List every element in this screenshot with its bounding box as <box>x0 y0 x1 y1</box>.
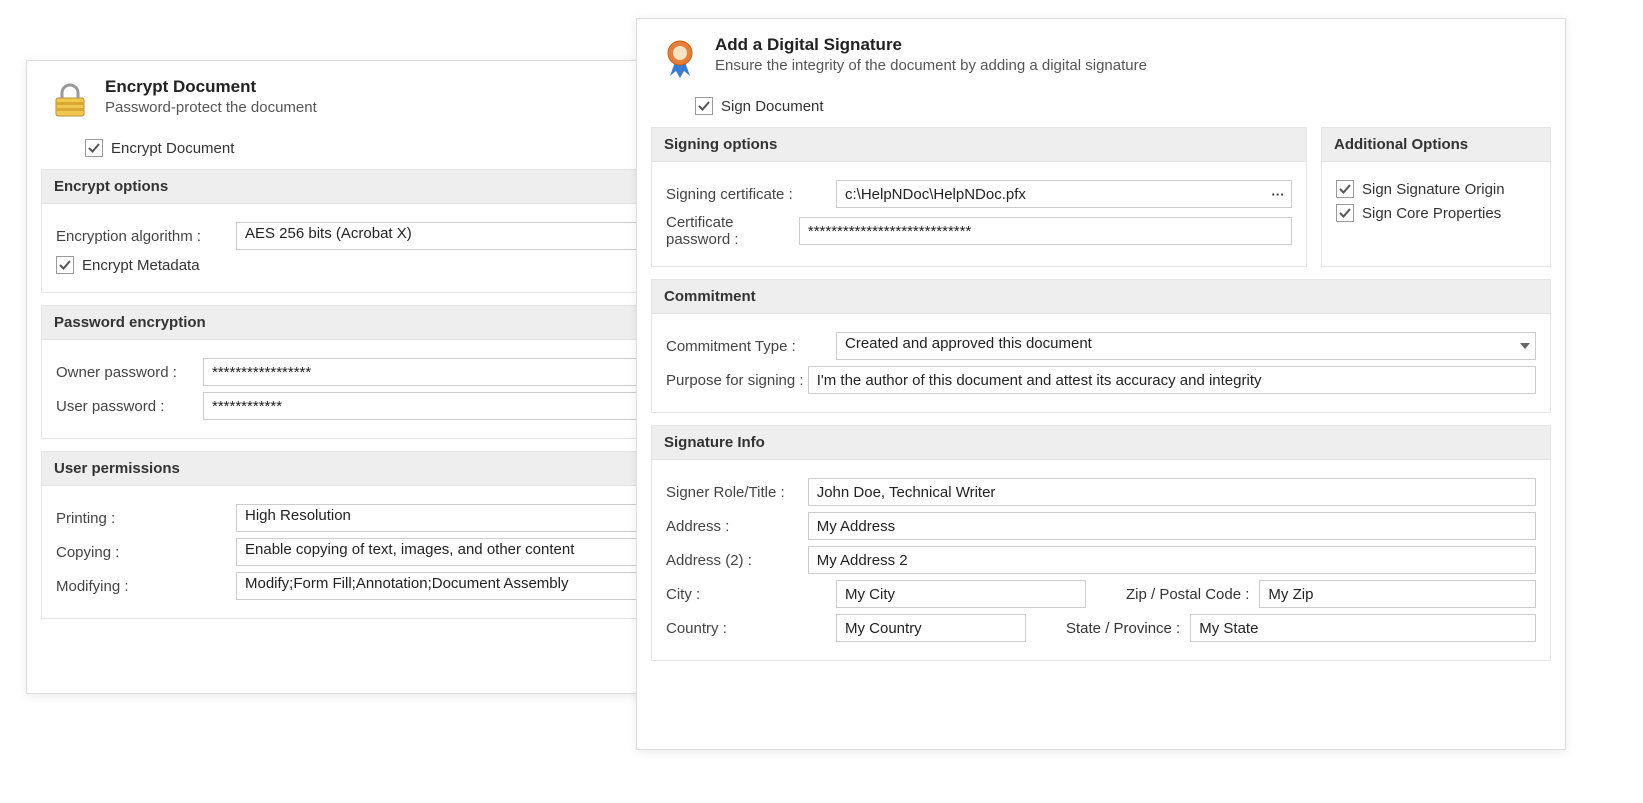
commitment-heading: Commitment <box>652 280 1550 314</box>
sign-document-checkbox[interactable] <box>695 97 713 115</box>
signing-certificate-label: Signing certificate : <box>666 186 836 203</box>
address-input[interactable] <box>808 512 1536 540</box>
commitment-type-label: Commitment Type : <box>666 338 836 355</box>
address-label: Address : <box>666 518 808 535</box>
additional-options-heading: Additional Options <box>1322 128 1550 162</box>
sign-core-properties-checkbox[interactable] <box>1336 204 1354 222</box>
digital-signature-panel: Add a Digital Signature Ensure the integ… <box>636 18 1566 750</box>
sign-signature-origin-label: Sign Signature Origin <box>1362 181 1505 198</box>
country-input[interactable] <box>836 614 1026 642</box>
chevron-down-icon <box>1520 343 1530 349</box>
signature-title: Add a Digital Signature <box>715 35 1545 55</box>
state-input[interactable] <box>1190 614 1536 642</box>
owner-password-label: Owner password : <box>56 364 203 381</box>
zip-input[interactable] <box>1259 580 1536 608</box>
signature-info-section: Signature Info Signer Role/Title : Addre… <box>651 425 1551 661</box>
encrypt-document-checkbox-label: Encrypt Document <box>111 140 234 157</box>
encrypt-document-checkbox[interactable] <box>85 139 103 157</box>
zip-label: Zip / Postal Code : <box>1126 586 1249 603</box>
purpose-for-signing-input[interactable] <box>808 366 1536 394</box>
modifying-label: Modifying : <box>56 578 236 595</box>
browse-certificate-button[interactable]: ··· <box>1266 182 1290 206</box>
user-password-label: User password : <box>56 398 203 415</box>
encryption-algorithm-label: Encryption algorithm : <box>56 228 236 245</box>
sign-signature-origin-checkbox[interactable] <box>1336 180 1354 198</box>
signing-certificate-input[interactable] <box>836 180 1292 208</box>
lock-icon <box>47 77 93 123</box>
signer-role-input[interactable] <box>808 478 1536 506</box>
signature-header: Add a Digital Signature Ensure the integ… <box>637 19 1565 89</box>
signer-role-label: Signer Role/Title : <box>666 484 808 501</box>
purpose-for-signing-label: Purpose for signing : <box>666 372 808 389</box>
sign-document-checkbox-label: Sign Document <box>721 98 824 115</box>
state-label: State / Province : <box>1066 620 1180 637</box>
signing-options-heading: Signing options <box>652 128 1306 162</box>
encrypt-metadata-label: Encrypt Metadata <box>82 257 200 274</box>
address2-input[interactable] <box>808 546 1536 574</box>
city-input[interactable] <box>836 580 1086 608</box>
commitment-type-select[interactable]: Created and approved this document <box>836 332 1536 360</box>
signing-options-section: Signing options Signing certificate : ··… <box>651 127 1307 267</box>
certificate-password-input[interactable] <box>799 217 1292 245</box>
commitment-section: Commitment Commitment Type : Created and… <box>651 279 1551 413</box>
additional-options-section: Additional Options Sign Signature Origin… <box>1321 127 1551 267</box>
commitment-type-value: Created and approved this document <box>836 332 1536 360</box>
sign-core-properties-label: Sign Core Properties <box>1362 205 1501 222</box>
encrypt-metadata-checkbox[interactable] <box>56 256 74 274</box>
signature-info-heading: Signature Info <box>652 426 1550 460</box>
country-label: Country : <box>666 620 836 637</box>
copying-label: Copying : <box>56 544 236 561</box>
signature-desc: Ensure the integrity of the document by … <box>715 57 1545 74</box>
printing-label: Printing : <box>56 510 236 527</box>
address2-label: Address (2) : <box>666 552 808 569</box>
ribbon-seal-icon <box>657 35 703 81</box>
certificate-password-label: Certificate password : <box>666 214 799 248</box>
city-label: City : <box>666 586 836 603</box>
